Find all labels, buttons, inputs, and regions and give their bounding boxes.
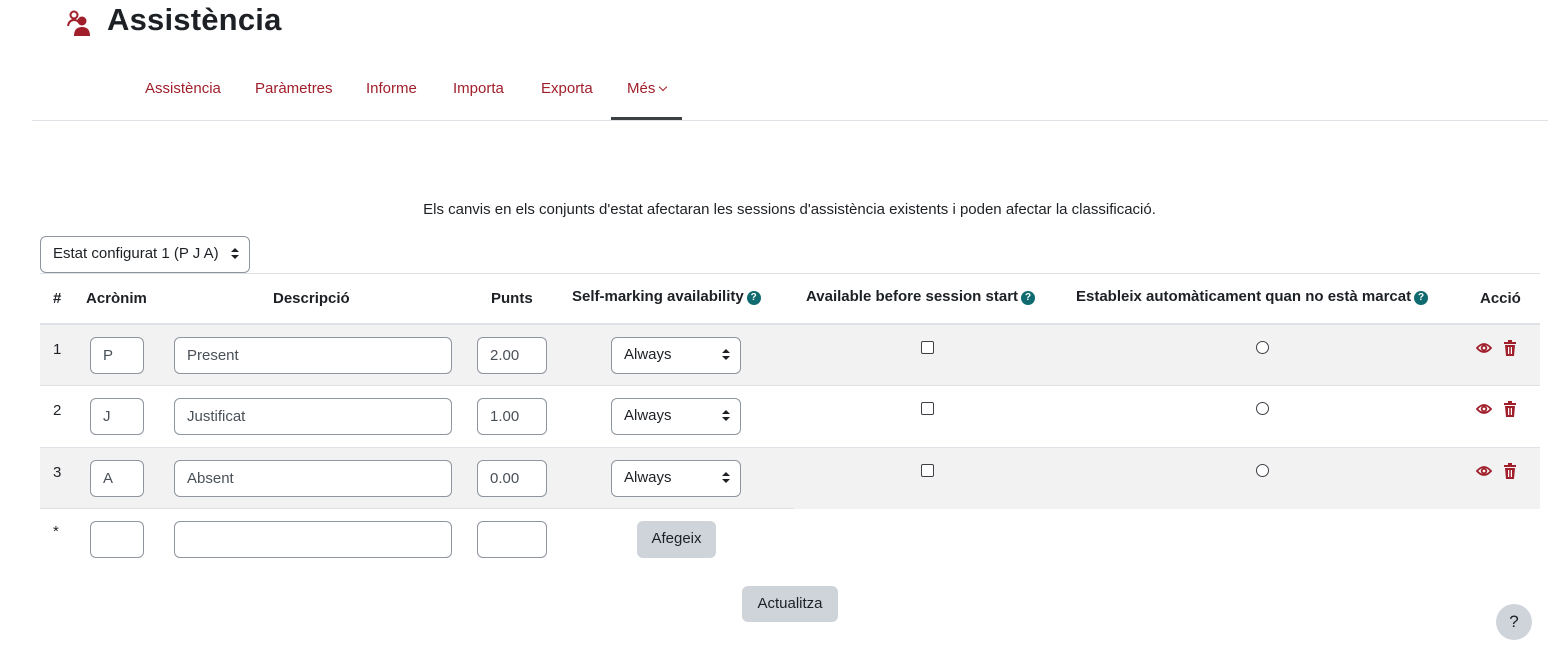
table-top-border bbox=[40, 273, 1540, 274]
status-set-select[interactable]: Estat configurat 1 (P J A) bbox=[40, 236, 250, 273]
auto-set-radio[interactable] bbox=[1256, 341, 1269, 354]
new-row-marker: * bbox=[53, 523, 59, 540]
add-status-button[interactable]: Afegeix bbox=[637, 521, 716, 558]
header-action: Acció bbox=[1480, 290, 1521, 307]
help-button[interactable]: ? bbox=[1496, 604, 1532, 640]
header-points: Punts bbox=[491, 290, 533, 307]
trash-icon[interactable] bbox=[1503, 463, 1517, 479]
new-description-input[interactable] bbox=[174, 521, 452, 558]
help-icon[interactable]: ? bbox=[1021, 291, 1036, 305]
row-number: 1 bbox=[53, 341, 62, 358]
acronym-input[interactable]: J bbox=[90, 398, 144, 435]
acronym-input[interactable]: A bbox=[90, 460, 144, 497]
availability-select-value: Always bbox=[624, 407, 672, 424]
row-number: 2 bbox=[53, 402, 62, 419]
auto-set-radio[interactable] bbox=[1256, 464, 1269, 477]
auto-set-radio[interactable] bbox=[1256, 402, 1269, 415]
points-input[interactable]: 2.00 bbox=[477, 337, 547, 374]
status-set-select-value: Estat configurat 1 (P J A) bbox=[53, 245, 219, 262]
secondary-navigation: Assistència Paràmetres Informe Importa E… bbox=[32, 70, 1548, 121]
header-acronym: Acrònim bbox=[86, 290, 147, 307]
available-before-checkbox[interactable] bbox=[921, 464, 934, 477]
availability-select-value: Always bbox=[624, 469, 672, 486]
trash-icon[interactable] bbox=[1503, 340, 1517, 356]
users-icon bbox=[67, 10, 90, 36]
points-input[interactable]: 0.00 bbox=[477, 460, 547, 497]
description-input[interactable]: Absent bbox=[174, 460, 452, 497]
update-button[interactable]: Actualitza bbox=[742, 586, 838, 622]
availability-select-value: Always bbox=[624, 346, 672, 363]
availability-select[interactable]: Always bbox=[611, 460, 741, 497]
eye-icon[interactable] bbox=[1476, 341, 1492, 355]
select-arrows-icon bbox=[722, 410, 730, 422]
header-self-marking: Self-marking availability? bbox=[572, 288, 761, 305]
header-description: Descripció bbox=[273, 290, 350, 307]
row-number: 3 bbox=[53, 464, 62, 481]
header-auto-set: Estableix automàticament quan no està ma… bbox=[1076, 288, 1429, 305]
header-self-marking-label: Self-marking availability bbox=[572, 288, 744, 305]
acronym-input[interactable]: P bbox=[90, 337, 144, 374]
tab-mes[interactable]: Més bbox=[610, 80, 683, 120]
description-input[interactable]: Justificat bbox=[174, 398, 452, 435]
help-icon[interactable]: ? bbox=[1414, 291, 1429, 305]
tab-informe[interactable]: Informe bbox=[366, 80, 417, 97]
row-divider bbox=[40, 508, 794, 509]
status-set-notice: Els canvis en els conjunts d'estat afect… bbox=[423, 201, 1156, 218]
select-arrows-icon bbox=[231, 248, 239, 260]
chevron-down-icon bbox=[659, 82, 668, 92]
trash-icon[interactable] bbox=[1503, 401, 1517, 417]
tab-mes-label: Més bbox=[627, 80, 656, 97]
header-auto-set-label: Estableix automàticament quan no està ma… bbox=[1076, 288, 1412, 305]
select-arrows-icon bbox=[722, 472, 730, 484]
tab-importa[interactable]: Importa bbox=[453, 80, 504, 97]
eye-icon[interactable] bbox=[1476, 402, 1492, 416]
help-icon[interactable]: ? bbox=[746, 291, 761, 305]
availability-select[interactable]: Always bbox=[611, 337, 741, 374]
new-points-input[interactable] bbox=[477, 521, 547, 558]
new-acronym-input[interactable] bbox=[90, 521, 144, 558]
tab-exporta[interactable]: Exporta bbox=[541, 80, 593, 97]
select-arrows-icon bbox=[722, 349, 730, 361]
eye-icon[interactable] bbox=[1476, 464, 1492, 478]
tab-assistencia[interactable]: Assistència bbox=[145, 80, 221, 97]
description-input[interactable]: Present bbox=[174, 337, 452, 374]
header-available-before-label: Available before session start bbox=[806, 288, 1019, 305]
available-before-checkbox[interactable] bbox=[921, 341, 934, 354]
available-before-checkbox[interactable] bbox=[921, 402, 934, 415]
header-num: # bbox=[53, 290, 62, 307]
availability-select[interactable]: Always bbox=[611, 398, 741, 435]
points-input[interactable]: 1.00 bbox=[477, 398, 547, 435]
tab-parametres[interactable]: Paràmetres bbox=[255, 80, 333, 97]
header-available-before: Available before session start? bbox=[806, 288, 1036, 305]
page-title: Assistència bbox=[107, 2, 282, 37]
